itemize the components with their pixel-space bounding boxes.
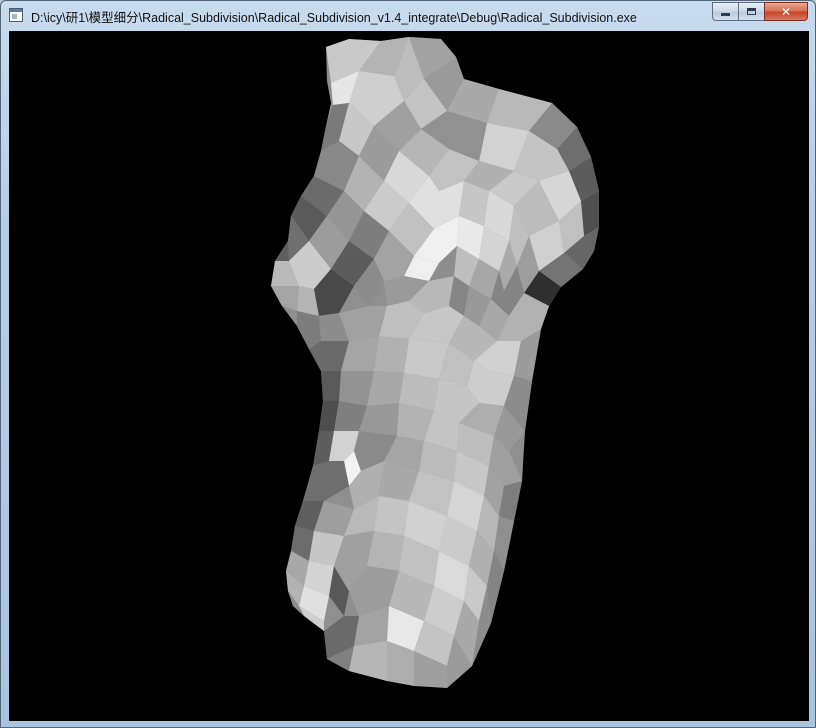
window-controls: ✕ — [712, 2, 808, 21]
render-viewport[interactable] — [9, 31, 809, 721]
close-button[interactable]: ✕ — [764, 2, 808, 21]
minimize-button[interactable] — [712, 2, 738, 21]
window-title: D:\icy\研1\模型细分\Radical_Subdivision\Radic… — [31, 11, 637, 25]
maximize-icon — [747, 8, 756, 15]
title-bar[interactable]: D:\icy\研1\模型细分\Radical_Subdivision\Radic… — [1, 1, 815, 29]
app-window: D:\icy\研1\模型细分\Radical_Subdivision\Radic… — [0, 0, 816, 728]
close-icon: ✕ — [780, 4, 792, 19]
torso-mesh — [271, 37, 599, 688]
minimize-icon — [721, 13, 730, 16]
app-icon[interactable] — [9, 8, 23, 22]
maximize-button[interactable] — [738, 2, 764, 21]
